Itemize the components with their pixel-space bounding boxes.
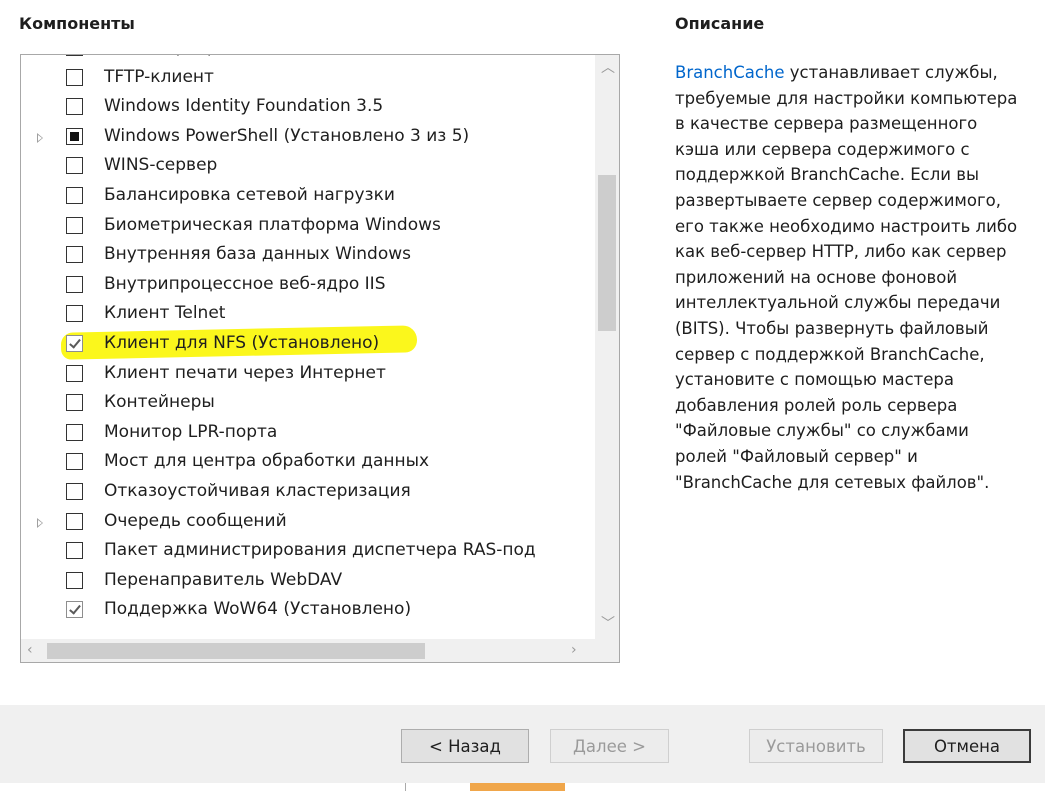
list-item[interactable]: Внутренняя база данных Windows xyxy=(21,242,595,271)
component-checkbox[interactable] xyxy=(66,512,83,530)
vertical-scrollbar[interactable]: ︿ ﹀ xyxy=(595,55,619,639)
component-checkbox[interactable] xyxy=(66,216,83,234)
list-item[interactable]: Пакет администрирования диспетчера RAS-п… xyxy=(21,538,595,567)
component-checkbox[interactable] xyxy=(66,68,83,86)
list-item[interactable]: Поддержка WoW64 (Установлено) xyxy=(21,597,595,626)
triangle-right-icon[interactable] xyxy=(37,517,43,528)
list-item[interactable]: Отказоустойчивая кластеризация xyxy=(21,479,595,508)
component-label: SMTP-сервер xyxy=(104,55,218,57)
list-item[interactable]: Очередь сообщений xyxy=(21,509,595,538)
chevron-left-icon[interactable]: ‹ xyxy=(27,643,33,657)
component-checkbox[interactable] xyxy=(66,55,83,56)
wizard-footer: < Назад Далее > Установить Отмена xyxy=(0,705,1045,791)
component-label: Внутренняя база данных Windows xyxy=(104,244,412,265)
component-checkbox[interactable] xyxy=(66,335,83,352)
component-checkbox[interactable] xyxy=(66,246,83,264)
vertical-scroll-thumb[interactable] xyxy=(598,175,616,331)
list-item[interactable]: Мост для центра обработки данных xyxy=(21,449,595,478)
component-checkbox[interactable] xyxy=(66,423,83,441)
taskbar-strip xyxy=(0,783,1045,791)
component-checkbox[interactable] xyxy=(66,305,83,323)
component-checkbox[interactable] xyxy=(66,364,83,382)
component-checkbox[interactable] xyxy=(66,98,83,116)
component-label: Балансировка сетевой нагрузки xyxy=(104,185,395,205)
component-checkbox[interactable] xyxy=(66,542,83,560)
list-item[interactable]: SMTP-сервер xyxy=(21,55,595,64)
list-item[interactable]: Монитор LPR-порта xyxy=(21,420,595,449)
component-checkbox[interactable] xyxy=(66,601,83,619)
next-button[interactable]: Далее > xyxy=(550,729,669,763)
component-label: Монитор LPR-порта xyxy=(104,421,278,442)
list-item[interactable]: TFTP-клиент xyxy=(21,65,595,94)
component-label: Внутрипроцессное веб-ядро IIS xyxy=(104,273,386,294)
list-item[interactable]: Контейнеры xyxy=(21,390,595,419)
component-label: Windows Identity Foundation 3.5 xyxy=(104,96,384,117)
branchcache-link[interactable]: BranchCache xyxy=(675,63,785,82)
component-checkbox[interactable] xyxy=(66,453,83,471)
component-label: Клиент Telnet xyxy=(104,303,226,324)
list-item[interactable]: Windows PowerShell (Установлено 3 из 5) xyxy=(21,124,595,153)
component-label: WINS-сервер xyxy=(104,155,218,176)
list-item[interactable]: WINS-сервер xyxy=(21,153,595,182)
cancel-button[interactable]: Отмена xyxy=(903,729,1031,763)
component-label: Windows PowerShell (Установлено 3 из 5) xyxy=(104,125,470,146)
component-label: Клиент печати через Интернет xyxy=(104,362,386,383)
back-button[interactable]: < Назад xyxy=(401,729,529,763)
component-label: Клиент для NFS (Установлено) xyxy=(104,333,380,353)
component-checkbox[interactable] xyxy=(66,157,83,175)
description-text: BranchCache устанавливает службы, требуе… xyxy=(675,60,1025,495)
list-item[interactable]: Балансировка сетевой нагрузки xyxy=(21,183,595,212)
component-label: Очередь сообщений xyxy=(104,510,287,531)
component-checkbox[interactable] xyxy=(66,483,83,500)
component-label: Пакет администрирования диспетчера RAS-п… xyxy=(104,540,536,561)
list-item[interactable]: Внутрипроцессное веб-ядро IIS xyxy=(21,272,595,301)
strip-accent xyxy=(470,783,565,791)
strip-divider xyxy=(405,783,406,791)
horizontal-scroll-thumb[interactable] xyxy=(47,643,425,659)
components-header: Компоненты xyxy=(19,14,135,33)
list-item[interactable]: Клиент Telnet xyxy=(21,301,595,330)
component-checkbox[interactable] xyxy=(66,127,83,145)
components-list[interactable]: SMTP-сервер TFTP-клиент Windows Identity F… xyxy=(20,54,620,663)
list-item[interactable]: Перенаправитель WebDAV xyxy=(21,568,595,597)
component-checkbox[interactable] xyxy=(66,571,83,589)
component-label: TFTP-клиент xyxy=(104,66,214,87)
component-label: Биометрическая платформа Windows xyxy=(104,214,441,235)
install-button[interactable]: Установить xyxy=(749,729,883,763)
description-header: Описание xyxy=(675,14,765,33)
list-item[interactable]: Клиент печати через Интернет xyxy=(21,361,595,390)
component-label: Контейнеры xyxy=(104,392,215,413)
description-body: устанавливает службы, требуемые для наст… xyxy=(675,63,1018,492)
component-checkbox[interactable] xyxy=(66,187,83,204)
component-label: Мост для центра обработки данных xyxy=(104,451,430,472)
component-checkbox[interactable] xyxy=(66,394,83,412)
list-item[interactable]: Клиент для NFS (Установлено) xyxy=(21,325,595,360)
component-label: Отказоустойчивая кластеризация xyxy=(104,481,411,501)
components-rows: SMTP-сервер TFTP-клиент Windows Identity F… xyxy=(21,55,595,662)
chevron-up-icon[interactable]: ︿ xyxy=(601,61,615,75)
list-item[interactable]: Windows Identity Foundation 3.5 xyxy=(21,94,595,123)
horizontal-scrollbar[interactable]: ‹ › xyxy=(21,639,619,662)
component-label: Поддержка WoW64 (Установлено) xyxy=(104,599,412,620)
list-item[interactable]: Биометрическая платформа Windows xyxy=(21,213,595,242)
component-label: Перенаправитель WebDAV xyxy=(104,569,343,590)
triangle-right-icon[interactable] xyxy=(37,132,43,143)
component-checkbox[interactable] xyxy=(66,275,83,293)
chevron-right-icon[interactable]: › xyxy=(571,643,577,657)
chevron-down-icon[interactable]: ﹀ xyxy=(601,617,615,631)
